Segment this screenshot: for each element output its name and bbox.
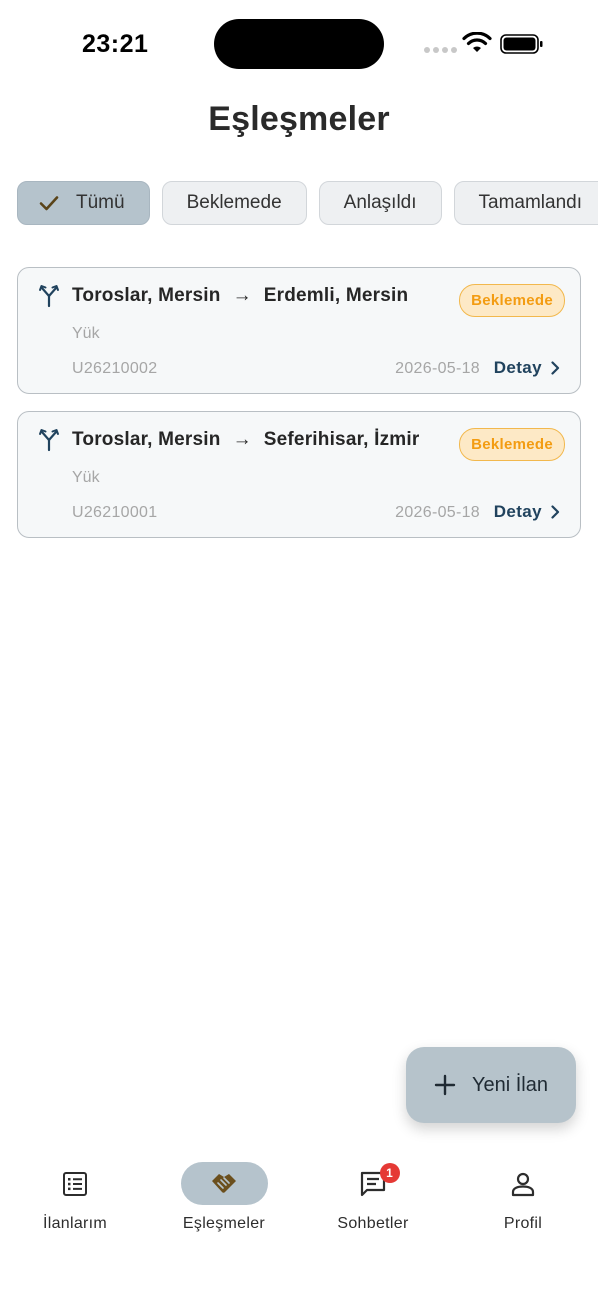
list-icon [63, 1171, 87, 1196]
listing-code: U26210001 [72, 504, 158, 521]
cellular-signal-icon [424, 47, 457, 53]
page-title: Eşleşmeler [208, 100, 390, 138]
listing-date: 2026-05-18 [395, 504, 480, 521]
battery-icon [500, 34, 543, 54]
match-card[interactable]: Toroslar, Mersin → Seferihisar, İzmir Bekl… [17, 411, 581, 538]
nav-label: Eşleşmeler [182, 1215, 266, 1232]
nav-icon-container [32, 1162, 119, 1205]
filter-chip-agreed[interactable]: Anlaşıldı [318, 181, 442, 225]
new-listing-label: Yeni İlan [472, 1073, 548, 1096]
nav-item-matches[interactable]: Eşleşmeler [149, 1162, 299, 1233]
filter-chip-label: Beklemede [186, 192, 282, 213]
nav-item-listings[interactable]: İlanlarım [0, 1162, 150, 1233]
route-destination: Seferihisar, İzmir [263, 429, 420, 450]
filter-chip-pending[interactable]: Beklemede [161, 181, 307, 225]
person-icon [511, 1172, 535, 1196]
route-text: Toroslar, Mersin → Erdemli, Mersin [72, 285, 408, 307]
check-icon [39, 196, 59, 211]
match-card[interactable]: Toroslar, Mersin → Erdemli, Mersin Bekleme… [17, 267, 581, 394]
nav-item-profile[interactable]: Profil [448, 1162, 598, 1233]
detail-link[interactable]: Detay [494, 358, 560, 378]
route-fork-icon [39, 429, 59, 452]
status-bar: 23:21 [0, 0, 598, 90]
nav-icon-container [180, 1162, 268, 1205]
listing-date: 2026-05-18 [395, 360, 480, 377]
wifi-icon [462, 32, 492, 52]
nav-label: İlanlarım [42, 1215, 108, 1232]
nav-label: Sohbetler [337, 1215, 409, 1232]
load-type: Yük [72, 469, 100, 486]
bottom-navigation: İlanlarım Eşleşmeler 1 Sohbetler Profil [0, 1150, 598, 1300]
route-origin: Toroslar, Mersin [72, 285, 221, 306]
filter-bar: Tümü Beklemede Anlaşıldı Tamamlandı [0, 181, 598, 229]
status-badge: Beklemede [459, 428, 565, 461]
nav-item-chats[interactable]: 1 Sohbetler [298, 1162, 448, 1233]
nav-label: Profil [503, 1215, 543, 1232]
unread-badge: 1 [379, 1163, 400, 1183]
chevron-right-icon [551, 505, 560, 519]
detail-label: Detay [493, 358, 542, 377]
filter-chip-completed[interactable]: Tamamlandı [453, 181, 598, 225]
filter-chip-label: Tamamlandı [478, 192, 583, 213]
new-listing-button[interactable]: Yeni İlan [406, 1047, 576, 1123]
route-text: Toroslar, Mersin → Seferihisar, İzmir [72, 429, 419, 451]
route-destination: Erdemli, Mersin [263, 285, 409, 306]
route-arrow: → [232, 429, 252, 450]
status-badge: Beklemede [459, 284, 565, 317]
route-arrow: → [232, 285, 252, 306]
plus-icon [434, 1074, 456, 1096]
chevron-right-icon [551, 361, 560, 375]
nav-icon-container [480, 1162, 567, 1205]
nav-icon-container: 1 [330, 1162, 417, 1205]
route-origin: Toroslar, Mersin [72, 429, 221, 450]
route-fork-icon [39, 285, 59, 308]
listing-code: U26210002 [72, 360, 158, 377]
filter-chip-label: Anlaşıldı [343, 192, 417, 213]
filter-chip-all[interactable]: Tümü [17, 181, 150, 225]
detail-link[interactable]: Detay [494, 502, 560, 522]
status-time: 23:21 [82, 30, 149, 58]
load-type: Yük [72, 325, 100, 342]
filter-chip-label: Tümü [76, 192, 125, 213]
handshake-icon [212, 1173, 236, 1193]
detail-label: Detay [493, 502, 542, 521]
dynamic-island [214, 19, 384, 69]
